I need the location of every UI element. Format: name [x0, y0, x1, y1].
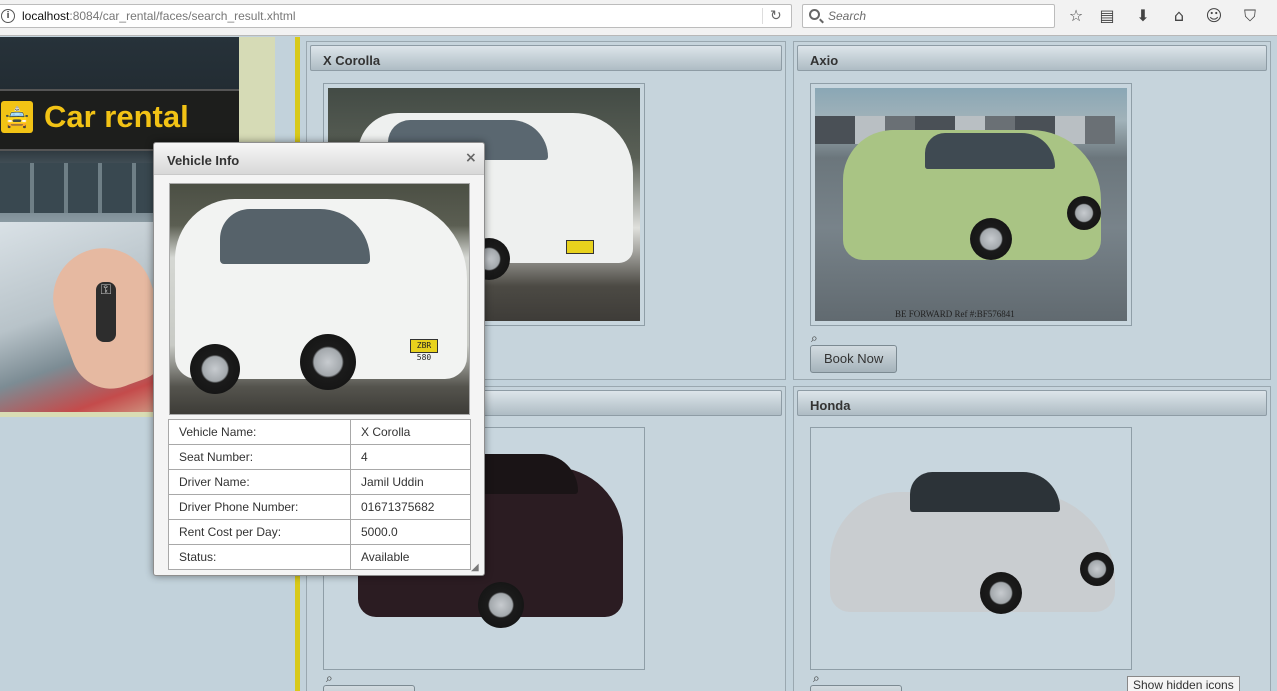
wheel — [1067, 196, 1101, 230]
url-path: :8084/car_rental/faces/search_result.xht… — [69, 9, 296, 23]
vehicle-image[interactable]: BE FORWARD Ref #:BF576841 — [815, 88, 1127, 321]
downloads-icon[interactable]: ⬇ — [1132, 5, 1154, 27]
info-icon[interactable]: i — [1, 9, 15, 23]
pocket-icon[interactable]: ⛉ — [1239, 5, 1261, 27]
table-row: Vehicle Name: X Corolla — [168, 419, 471, 445]
url-host: localhost — [22, 9, 70, 23]
info-label: Driver Phone Number: — [168, 494, 351, 520]
info-label: Vehicle Name: — [168, 419, 351, 445]
zoom-icon[interactable]: ⌕ — [326, 671, 333, 686]
info-value: 5000.0 — [350, 519, 471, 545]
search-input[interactable]: Search — [828, 9, 866, 23]
vehicle-panel: Honda ⌕ — [793, 386, 1271, 691]
car-window — [220, 209, 370, 264]
vehicle-info-dialog: Vehicle Info × ZBR 580 Vehicle Name: X Co… — [153, 142, 485, 576]
info-label: Driver Name: — [168, 469, 351, 495]
address-bar[interactable]: i localhost:8084/car_rental/faces/search… — [0, 4, 792, 28]
table-row: Driver Name: Jamil Uddin — [168, 469, 471, 495]
info-label: Status: — [168, 544, 351, 570]
search-icon — [809, 9, 820, 20]
info-value: 4 — [350, 444, 471, 470]
vehicle-info-table: Vehicle Name: X Corolla Seat Number: 4 Dri… — [168, 419, 471, 570]
license-plate — [566, 240, 594, 254]
vehicle-panel-title: X Corolla — [310, 45, 782, 71]
table-row: Status: Available — [168, 544, 471, 570]
wheel — [980, 572, 1022, 614]
vehicle-photo: ZBR 580 — [170, 184, 469, 414]
table-row: Seat Number: 4 — [168, 444, 471, 470]
reading-list-icon[interactable]: ▤ — [1096, 5, 1118, 27]
info-value: Available — [350, 544, 471, 570]
wheel — [970, 218, 1012, 260]
close-icon[interactable]: × — [465, 150, 477, 166]
info-label: Rent Cost per Day: — [168, 519, 351, 545]
info-value: Jamil Uddin — [350, 469, 471, 495]
vehicle-image[interactable] — [815, 432, 1127, 665]
info-value: X Corolla — [350, 419, 471, 445]
license-plate: ZBR 580 — [410, 339, 438, 362]
book-now-button[interactable] — [323, 685, 415, 691]
dialog-titlebar[interactable]: Vehicle Info × — [154, 143, 484, 175]
vehicle-panel: Axio BE FORWARD Ref #:BF576841 ⌕ Book No… — [793, 41, 1271, 380]
vehicle-panel-title: Honda — [797, 390, 1267, 416]
zoom-icon[interactable]: ⌕ — [811, 331, 818, 346]
bookmark-star-icon[interactable]: ☆ — [1065, 5, 1087, 27]
car-window — [910, 472, 1060, 512]
tooltip: Show hidden icons — [1127, 676, 1240, 691]
resize-handle-icon[interactable]: ◢ — [471, 562, 479, 573]
browser-toolbar: i localhost:8084/car_rental/faces/search… — [0, 0, 1277, 36]
book-now-button[interactable]: Book Now — [810, 345, 898, 373]
wheel — [1080, 552, 1114, 586]
chat-icon[interactable]: ☺ — [1203, 5, 1225, 27]
vehicle-panel-title: Axio — [797, 45, 1267, 71]
url-text[interactable]: localhost:8084/car_rental/faces/search_r… — [22, 9, 296, 23]
image-watermark: BE FORWARD Ref #:BF576841 — [895, 309, 1015, 319]
info-label: Seat Number: — [168, 444, 351, 470]
table-row: Driver Phone Number: 01671375682 — [168, 494, 471, 520]
info-value: 01671375682 — [350, 494, 471, 520]
wheel — [300, 334, 356, 390]
sign-text: Car rental — [44, 99, 189, 134]
toolbar-icons: ☆ ▤ ⬇ ⌂ ☺ ⛉ — [1062, 5, 1272, 27]
table-row: Rent Cost per Day: 5000.0 — [168, 519, 471, 545]
home-icon[interactable]: ⌂ — [1168, 5, 1190, 27]
key-icon: ⚿ — [96, 282, 116, 342]
dialog-title: Vehicle Info — [167, 153, 240, 168]
wheel — [478, 582, 524, 628]
vehicle-image-frame[interactable]: BE FORWARD Ref #:BF576841 — [810, 83, 1132, 326]
book-now-button[interactable] — [810, 685, 902, 691]
reload-icon[interactable]: ↻ — [770, 8, 782, 24]
url-separator — [762, 8, 763, 24]
zoom-icon[interactable]: ⌕ — [813, 671, 820, 686]
vehicle-image-frame[interactable] — [810, 427, 1132, 670]
wheel — [190, 344, 240, 394]
dialog-vehicle-image: ZBR 580 — [169, 183, 470, 415]
car-window — [925, 133, 1055, 169]
car-icon: 🚖 — [1, 101, 33, 133]
search-bar[interactable]: Search — [802, 4, 1055, 28]
